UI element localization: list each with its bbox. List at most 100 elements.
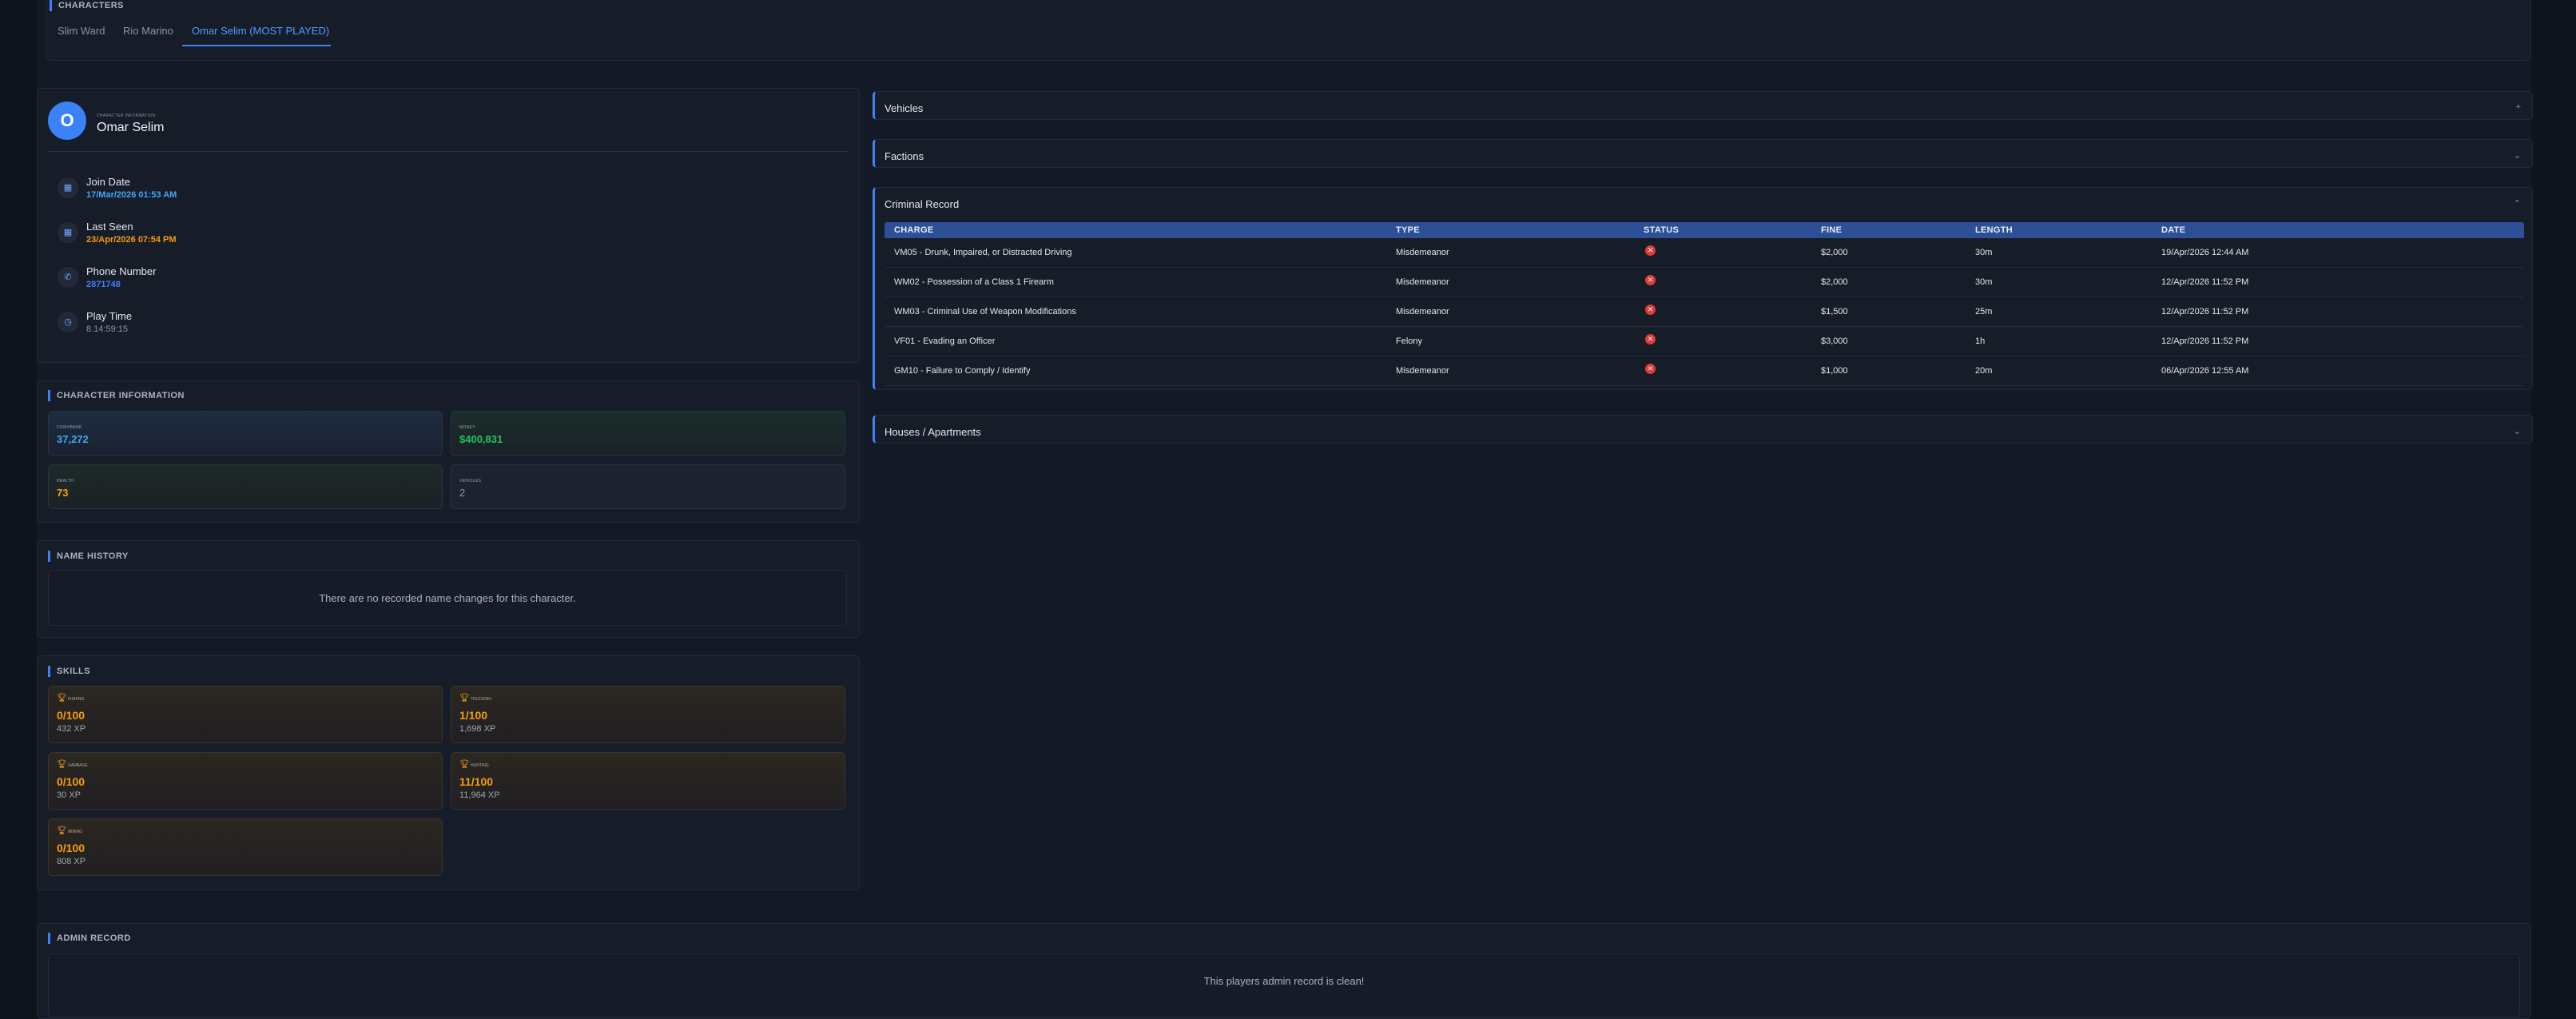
accordion-title: Factions	[885, 150, 924, 162]
charge-cell: VF01 - Evading an Officer	[894, 336, 996, 346]
column-header-date: DATE	[2161, 225, 2186, 235]
length-cell: 25m	[1975, 307, 1993, 316]
stat-value: 2	[459, 487, 466, 499]
expand-icon: +	[2515, 102, 2521, 112]
admin-record-empty-box: This players admin record is clean!	[48, 953, 2520, 1017]
last-seen-value: 23/Apr/2026 07:54 PM	[86, 235, 177, 245]
skill-mining: 🏆︎ MINING 0/100 808 XP	[48, 818, 443, 876]
skill-xp: 432 XP	[57, 724, 86, 734]
table-row: VF01 - Evading an Officer Felony ✕ $3,00…	[885, 327, 2524, 356]
name-history-empty-text: There are no recorded name changes for t…	[319, 592, 576, 604]
status-x-icon: ✕	[1645, 334, 1656, 344]
play-time-value: 8.14:59:15	[86, 324, 128, 334]
date-cell: 19/Apr/2026 12:44 AM	[2161, 248, 2249, 257]
skill-garbage: 🏆︎ GARBAGE 0/100 30 XP	[48, 752, 443, 810]
join-date-label: Join Date	[86, 176, 130, 188]
skill-xp: 808 XP	[57, 857, 86, 866]
column-header-charge: CHARGE	[894, 225, 934, 235]
calendar-icon: ▦	[58, 222, 78, 243]
skill-name: MINING	[68, 830, 83, 834]
charge-cell: GM10 - Failure to Comply / Identify	[894, 366, 1031, 376]
status-x-icon: ✕	[1645, 305, 1656, 315]
accordion-factions[interactable]: Factions ⌄	[873, 139, 2533, 168]
charge-cell: WM02 - Possession of a Class 1 Firearm	[894, 277, 1054, 287]
chevron-up-icon: ⌃	[2513, 199, 2521, 209]
charge-cell: VM05 - Drunk, Impaired, or Distracted Dr…	[894, 248, 1072, 257]
phone-number-value[interactable]: 2871748	[86, 280, 121, 289]
type-cell: Misdemeanor	[1396, 277, 1449, 287]
stat-money: MONEY $400,831	[451, 411, 845, 456]
table-row: VM05 - Drunk, Impaired, or Distracted Dr…	[885, 238, 2524, 268]
trophy-icon: 🏆︎	[459, 760, 470, 769]
column-header-type: TYPE	[1396, 225, 1420, 235]
skill-level: 11/100	[459, 775, 494, 788]
character-name: Omar Selim	[97, 121, 165, 134]
tab-rio-marino[interactable]: Rio Marino	[123, 25, 173, 38]
type-cell: Misdemeanor	[1396, 248, 1449, 257]
skill-fishing: 🏆︎ FISHING 0/100 432 XP	[48, 686, 443, 743]
phone-icon: ✆	[58, 267, 78, 288]
date-cell: 12/Apr/2026 11:52 PM	[2161, 277, 2249, 287]
stat-value: 37,272	[57, 433, 89, 445]
length-cell: 20m	[1975, 366, 1993, 376]
table-header: CHARGE TYPE STATUS FINE LENGTH DATE	[885, 222, 2524, 238]
chevron-down-icon: ⌄	[2513, 427, 2521, 436]
trophy-icon: 🏆︎	[57, 760, 67, 769]
fine-cell: $1,500	[1821, 307, 1848, 316]
calendar-icon: ▦	[58, 177, 78, 198]
fine-cell: $3,000	[1821, 336, 1848, 346]
accordion-criminal-record[interactable]: Criminal Record ⌃ CHARGE TYPE STATUS FIN…	[873, 187, 2533, 390]
charge-cell: WM03 - Criminal Use of Weapon Modificati…	[894, 307, 1076, 316]
skill-level: 0/100	[57, 709, 85, 722]
skill-trucking: 🏆︎ TRUCKING 1/100 1,698 XP	[451, 686, 845, 743]
join-date-value: 17/Mar/2026 01:53 AM	[86, 190, 177, 200]
stat-label: CASH/BANK	[57, 425, 82, 430]
active-tab-indicator	[182, 45, 331, 46]
date-cell: 06/Apr/2026 12:55 AM	[2161, 366, 2249, 376]
stat-label: VEHICLES	[459, 479, 482, 484]
skill-level: 0/100	[57, 842, 85, 854]
stat-label: MONEY	[459, 425, 475, 430]
stat-vehicles: VEHICLES 2	[451, 464, 845, 509]
stat-value: $400,831	[459, 433, 503, 445]
accordion-title: Vehicles	[885, 102, 924, 114]
accordion-title: Criminal Record	[885, 198, 960, 210]
status-x-icon: ✕	[1645, 275, 1656, 285]
length-cell: 30m	[1975, 277, 1993, 287]
last-seen-label: Last Seen	[86, 221, 133, 233]
tab-omar-selim[interactable]: Omar Selim (MOST PLAYED)	[192, 25, 329, 38]
table-row: WM02 - Possession of a Class 1 Firearm M…	[885, 268, 2524, 297]
skill-hunting: 🏆︎ HUNTING 11/100 11,964 XP	[451, 752, 845, 810]
skill-xp: 30 XP	[57, 790, 81, 800]
character-info-title: CHARACTER INFORMATION	[48, 390, 185, 401]
tab-slim-ward[interactable]: Slim Ward	[58, 25, 105, 38]
skill-level: 0/100	[57, 775, 85, 788]
skill-level: 1/100	[459, 709, 488, 722]
stat-cash: CASH/BANK 37,272	[48, 411, 443, 456]
date-cell: 12/Apr/2026 11:52 PM	[2161, 336, 2249, 346]
skill-name: TRUCKING	[471, 697, 492, 702]
status-x-icon: ✕	[1645, 245, 1656, 256]
accordion-vehicles[interactable]: Vehicles +	[873, 91, 2533, 120]
column-header-length: LENGTH	[1975, 225, 2013, 235]
play-time-label: Play Time	[86, 310, 133, 322]
skill-xp: 1,698 XP	[459, 724, 496, 734]
skill-name: HUNTING	[471, 763, 489, 768]
trophy-icon: 🏆︎	[57, 694, 67, 703]
avatar: O	[48, 102, 86, 140]
table-row: WM03 - Criminal Use of Weapon Modificati…	[885, 297, 2524, 327]
characters-panel	[46, 0, 2531, 61]
skills-title: SKILLS	[48, 666, 90, 677]
fine-cell: $1,000	[1821, 366, 1848, 376]
date-cell: 12/Apr/2026 11:52 PM	[2161, 307, 2249, 316]
accordion-houses[interactable]: Houses / Apartments ⌄	[873, 415, 2533, 444]
characters-title: CHARACTERS	[50, 0, 124, 11]
admin-record-title: ADMIN RECORD	[48, 933, 131, 944]
column-header-fine: FINE	[1821, 225, 1843, 235]
fine-cell: $2,000	[1821, 277, 1848, 287]
chevron-down-icon: ⌄	[2513, 151, 2521, 161]
clock-icon: ◷	[58, 312, 78, 332]
trophy-icon: 🏆︎	[57, 826, 67, 835]
admin-record-empty-text: This players admin record is clean!	[1203, 975, 1365, 987]
type-cell: Misdemeanor	[1396, 307, 1449, 316]
